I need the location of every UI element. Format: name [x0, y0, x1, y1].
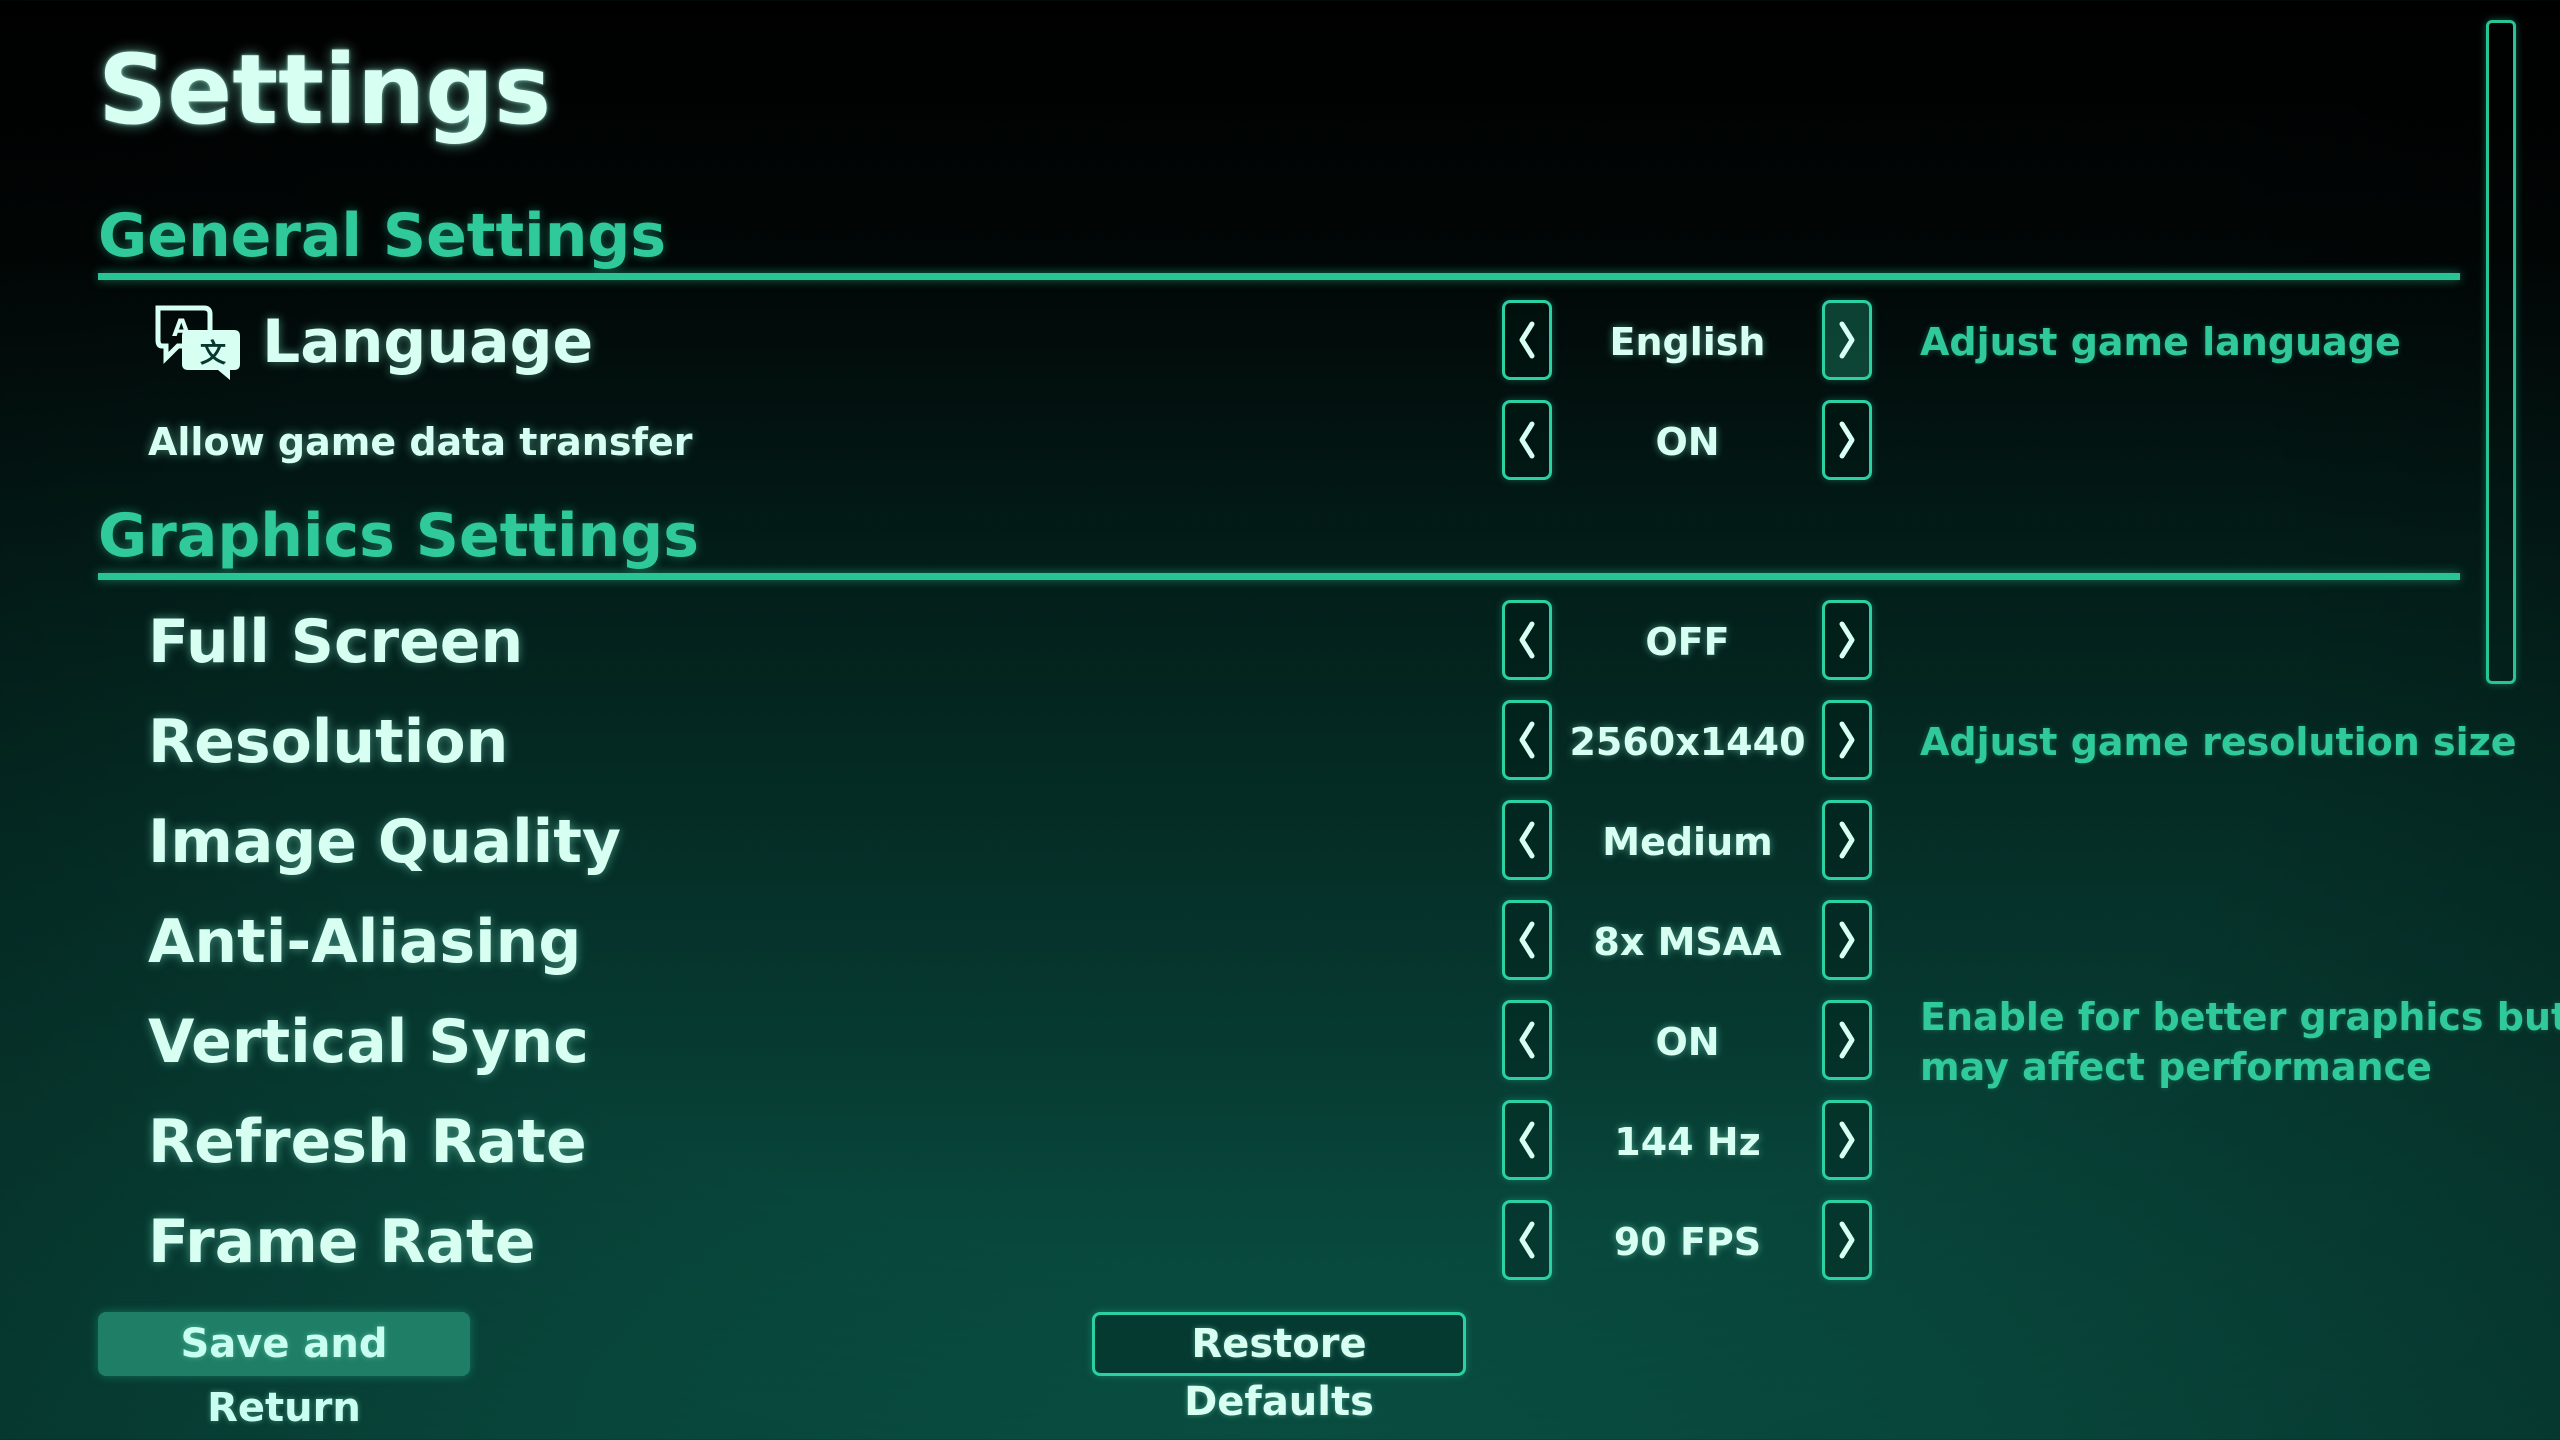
language-hint: Adjust game language [1920, 320, 2401, 364]
chevron-left-icon [1519, 1021, 1535, 1059]
chevron-left-icon [1519, 1121, 1535, 1159]
setting-row-full-screen: Full Screen OFF [0, 592, 2560, 692]
vertical-sync-hint-line1: Enable for better graphics but [1920, 995, 2560, 1039]
data-transfer-prev-button[interactable] [1502, 400, 1552, 480]
full-screen-next-button[interactable] [1822, 600, 1872, 680]
anti-aliasing-label: Anti-Aliasing [148, 907, 582, 977]
chevron-left-icon [1519, 821, 1535, 859]
setting-row-anti-aliasing: Anti-Aliasing 8x MSAA [0, 892, 2560, 992]
setting-row-frame-rate: Frame Rate 90 FPS [0, 1192, 2560, 1292]
chevron-right-icon [1839, 421, 1855, 459]
setting-row-vertical-sync: Vertical Sync ON Enable for better graph… [0, 992, 2560, 1092]
chevron-right-icon [1839, 1221, 1855, 1259]
vertical-sync-next-button[interactable] [1822, 1000, 1872, 1080]
section-divider-general [98, 273, 2460, 280]
setting-row-data-transfer: Allow game data transfer ON [0, 392, 2560, 492]
anti-aliasing-prev-button[interactable] [1502, 900, 1552, 980]
setting-row-refresh-rate: Refresh Rate 144 Hz [0, 1092, 2560, 1192]
page-title: Settings [98, 34, 552, 146]
full-screen-value: OFF [1645, 620, 1730, 664]
section-divider-graphics [98, 573, 2460, 580]
setting-row-language: A 文 Language English Adjust game languag… [0, 292, 2560, 392]
vertical-sync-hint-line2: may affect performance [1920, 1045, 2432, 1089]
refresh-rate-value: 144 Hz [1614, 1120, 1761, 1164]
vertical-sync-value: ON [1655, 1020, 1720, 1064]
vertical-sync-label: Vertical Sync [148, 1007, 589, 1077]
resolution-hint: Adjust game resolution size [1920, 720, 2517, 764]
anti-aliasing-next-button[interactable] [1822, 900, 1872, 980]
chevron-right-icon [1839, 1021, 1855, 1059]
image-quality-next-button[interactable] [1822, 800, 1872, 880]
resolution-value: 2560x1440 [1569, 720, 1806, 764]
chevron-left-icon [1519, 721, 1535, 759]
chevron-left-icon [1519, 421, 1535, 459]
language-prev-button[interactable] [1502, 300, 1552, 380]
image-quality-label: Image Quality [148, 807, 621, 877]
refresh-rate-next-button[interactable] [1822, 1100, 1872, 1180]
frame-rate-prev-button[interactable] [1502, 1200, 1552, 1280]
setting-row-resolution: Resolution 2560x1440 Adjust game resolut… [0, 692, 2560, 792]
resolution-next-button[interactable] [1822, 700, 1872, 780]
resolution-label: Resolution [148, 707, 509, 777]
chevron-left-icon [1519, 921, 1535, 959]
section-title-general: General Settings [98, 201, 667, 271]
setting-row-image-quality: Image Quality Medium [0, 792, 2560, 892]
chevron-right-icon [1839, 821, 1855, 859]
anti-aliasing-value: 8x MSAA [1593, 920, 1782, 964]
chevron-left-icon [1519, 621, 1535, 659]
frame-rate-label: Frame Rate [148, 1207, 536, 1277]
chevron-right-icon [1839, 921, 1855, 959]
vertical-sync-prev-button[interactable] [1502, 1000, 1552, 1080]
refresh-rate-prev-button[interactable] [1502, 1100, 1552, 1180]
language-label: Language [262, 307, 594, 377]
chevron-right-icon [1839, 1121, 1855, 1159]
chevron-right-icon [1839, 321, 1855, 359]
chevron-right-icon [1839, 621, 1855, 659]
chevron-left-icon [1519, 1221, 1535, 1259]
language-next-button[interactable] [1822, 300, 1872, 380]
chevron-left-icon [1519, 321, 1535, 359]
chevron-right-icon [1839, 721, 1855, 759]
data-transfer-label: Allow game data transfer [148, 420, 693, 464]
section-title-graphics: Graphics Settings [98, 501, 699, 571]
language-value: English [1609, 320, 1766, 364]
language-translate-icon: A 文 [155, 305, 240, 380]
frame-rate-next-button[interactable] [1822, 1200, 1872, 1280]
full-screen-prev-button[interactable] [1502, 600, 1552, 680]
data-transfer-next-button[interactable] [1822, 400, 1872, 480]
svg-text:文: 文 [200, 338, 227, 369]
refresh-rate-label: Refresh Rate [148, 1107, 587, 1177]
image-quality-prev-button[interactable] [1502, 800, 1552, 880]
full-screen-label: Full Screen [148, 607, 524, 677]
image-quality-value: Medium [1602, 820, 1773, 864]
scrollbar[interactable] [2486, 20, 2516, 684]
save-and-return-button[interactable]: Save and Return [98, 1312, 470, 1431]
restore-defaults-button[interactable]: Restore Defaults [1092, 1312, 1466, 1425]
frame-rate-value: 90 FPS [1613, 1220, 1762, 1264]
resolution-prev-button[interactable] [1502, 700, 1552, 780]
data-transfer-value: ON [1655, 420, 1720, 464]
